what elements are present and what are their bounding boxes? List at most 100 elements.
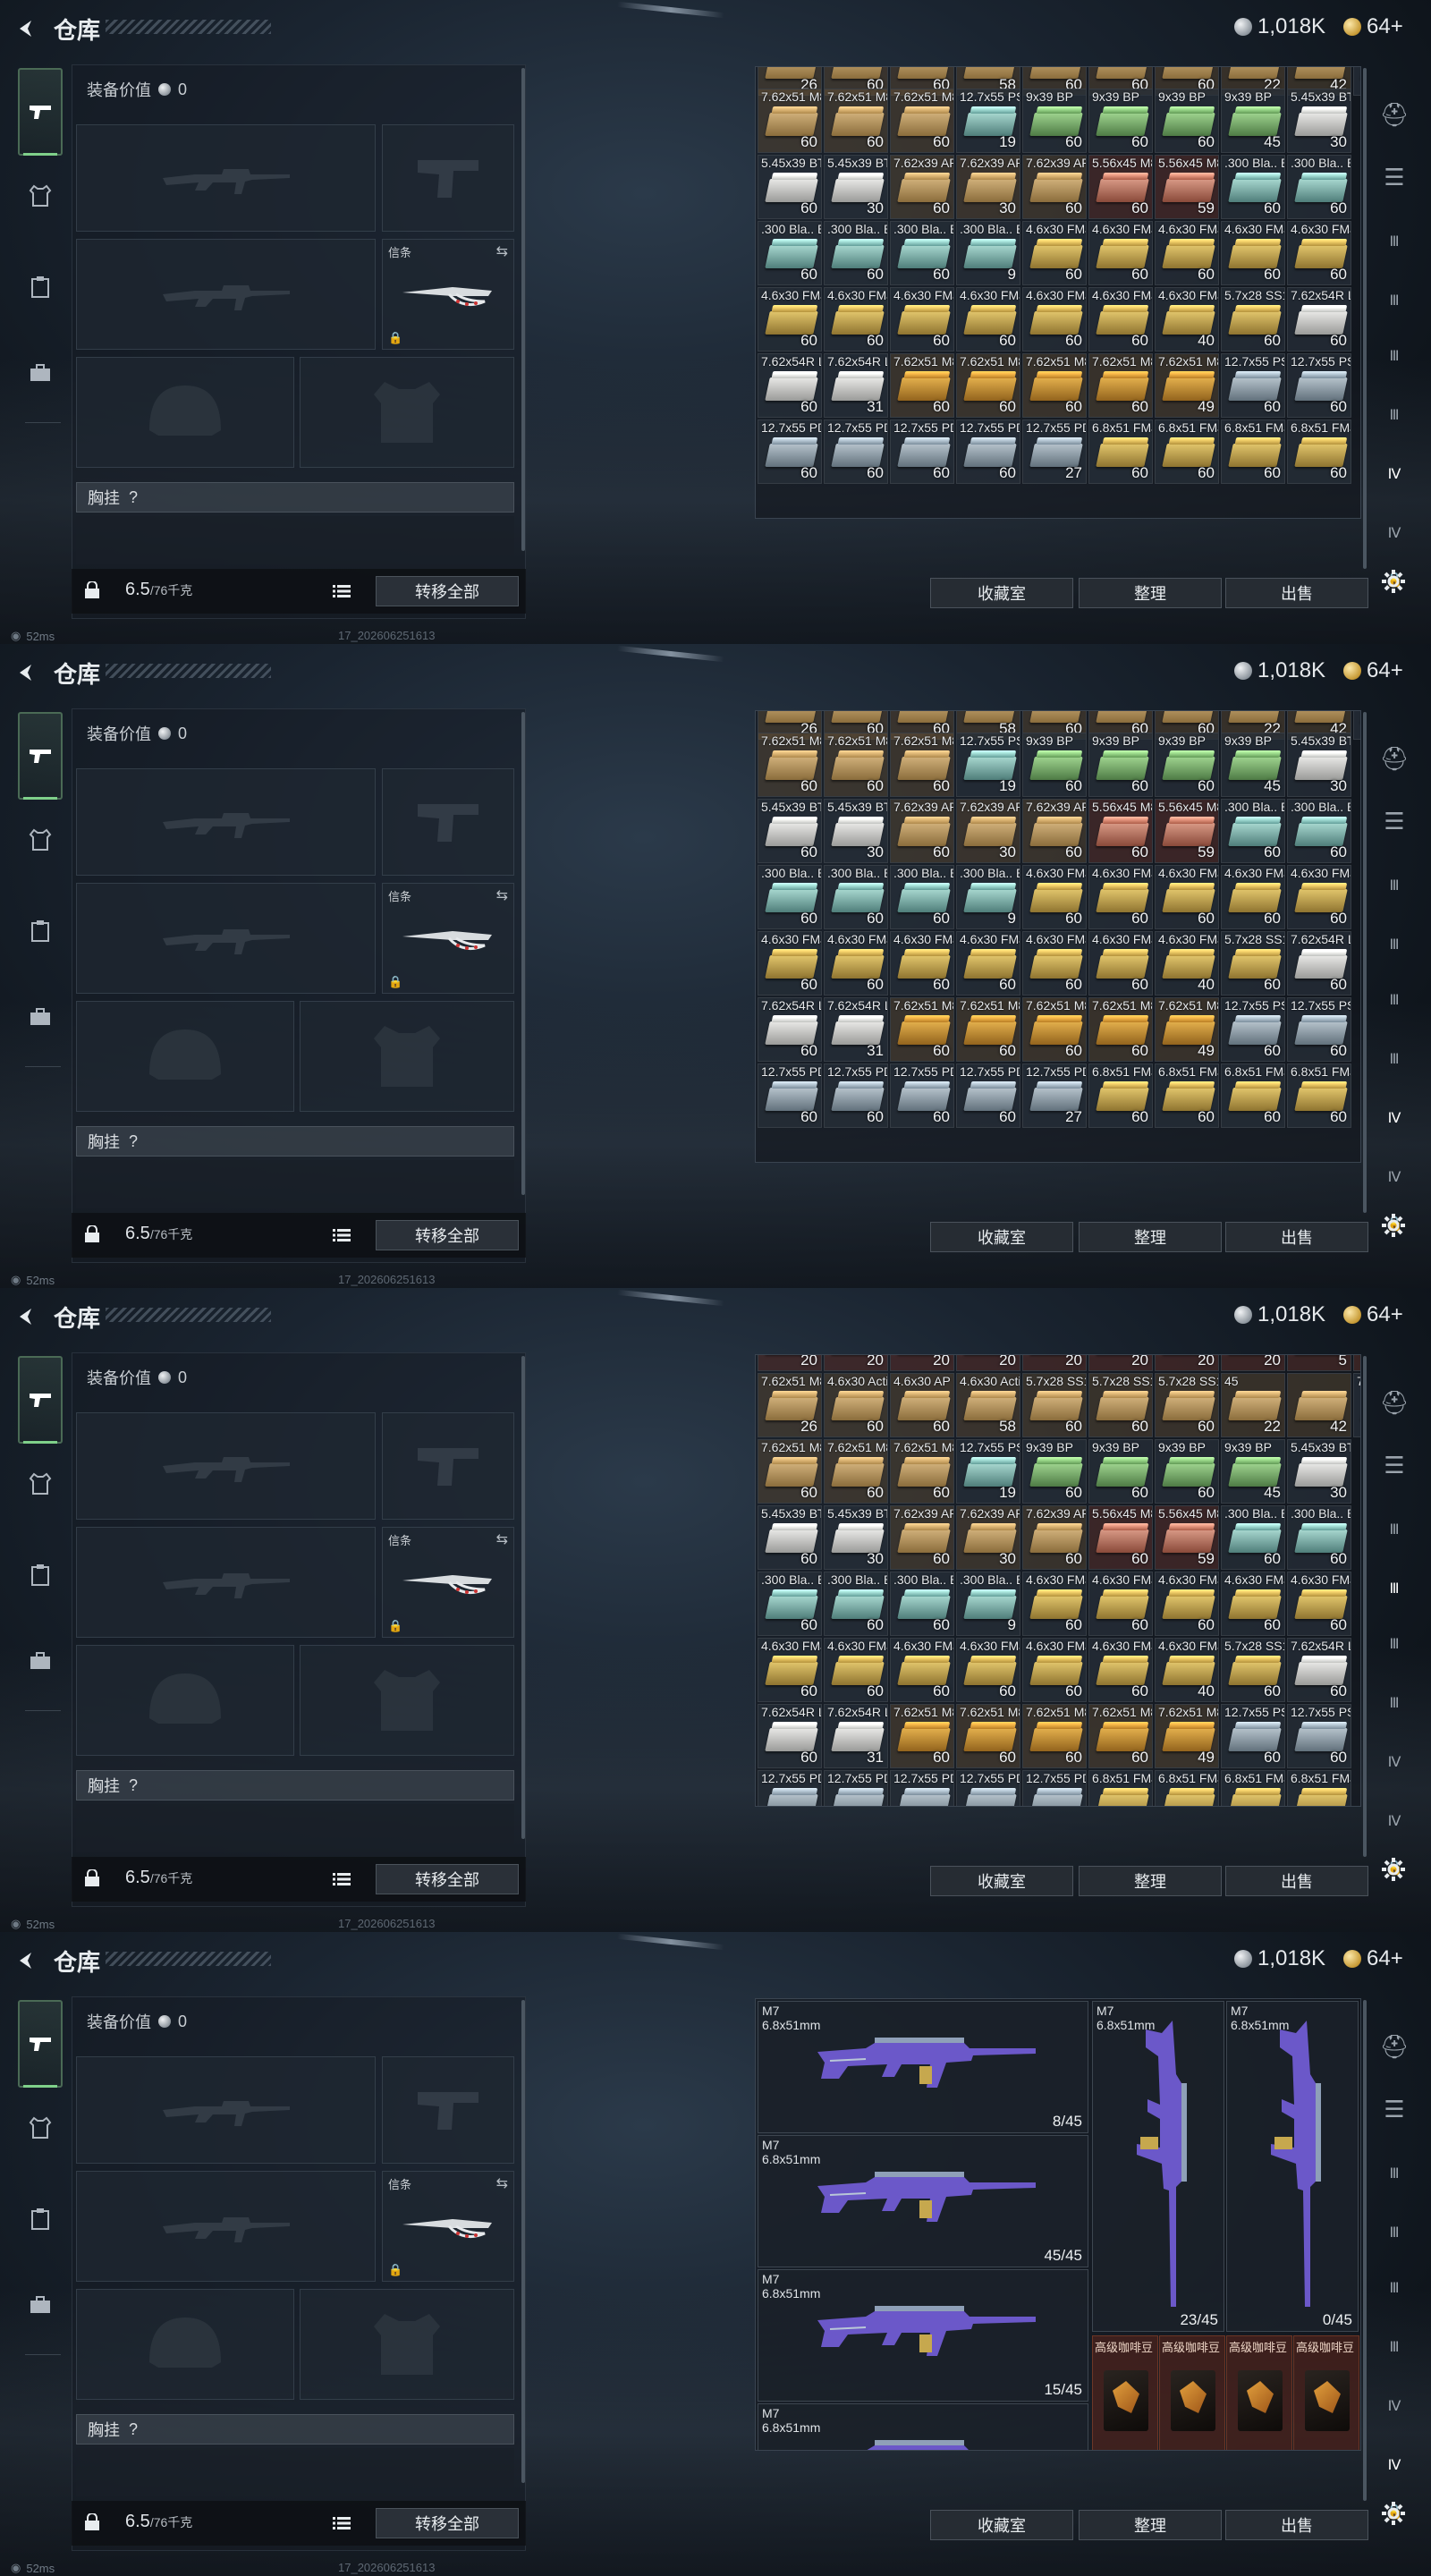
ammo-cell[interactable]: 7.62x39 AP 60 [1022, 155, 1087, 219]
ammo-cell[interactable]: 7.62x51 M80 60 [890, 733, 954, 797]
tier3-icon[interactable]: Ⅲ [1372, 864, 1417, 907]
ammo-cell[interactable]: 9x39 BP 60 [1088, 733, 1153, 797]
back-button[interactable] [13, 1304, 39, 1329]
rifle-item[interactable]: M7 6.8x51mm 23/45 [1092, 2001, 1224, 2332]
ammo-cell[interactable]: 4.6x30 AP SX 60 [890, 1373, 954, 1437]
ammo-cell[interactable]: 12.7x55 PD弹头60 [758, 1770, 822, 1806]
ammo-cell[interactable]: 4.6x30 FMJ SX 60 [1088, 287, 1153, 352]
pistol-slot[interactable] [382, 768, 514, 876]
collection-room-button[interactable]: 收藏室 [930, 1222, 1073, 1252]
ammo-cell[interactable]: 6.8x51 FMJ60 [1221, 1770, 1285, 1806]
coffee-bean-item[interactable]: 高级咖啡豆 [1159, 2335, 1225, 2450]
body-armor-slot[interactable] [300, 1001, 514, 1112]
ammo-cell[interactable]: 4.6x30 FMJ SX 60 [1155, 221, 1219, 285]
sort-button[interactable]: 整理 [1079, 2510, 1222, 2540]
ammo-cell[interactable]: 4.6x30 FMJ SX 60 [1088, 931, 1153, 996]
ammo-cell[interactable]: 20 [890, 1355, 954, 1371]
ammo-cell[interactable]: 5.7x28 SS190 60 [1022, 1373, 1087, 1437]
ammo-cell[interactable]: .300 Bla.. BCP FMJ 60 [890, 865, 954, 929]
ammo-cell[interactable]: 6.8x51 FMJ60 [1287, 419, 1351, 484]
ammo-cell[interactable]: 9x39 BP 60 [1155, 89, 1219, 153]
ammo-cell[interactable]: 5.7x28 SS198 60 [1221, 1638, 1285, 1702]
transfer-all-button[interactable]: 转移全部 [376, 2508, 519, 2538]
ammo-cell[interactable]: 7.62x39 AP 60 [1022, 799, 1087, 863]
ammo-cell[interactable]: 4.6x30 FMJ SX 60 [1022, 865, 1087, 929]
ammo-cell[interactable]: 4.6x30 FMJ SX 60 [824, 1638, 888, 1702]
ammo-cell[interactable]: 4.6x30 FMJ SX 60 [1155, 1572, 1219, 1636]
settings-gear-icon[interactable] [1377, 1209, 1410, 1241]
collection-room-button[interactable]: 收藏室 [930, 1866, 1073, 1896]
ammo-cell[interactable]: 9x39 BP 60 [1022, 733, 1087, 797]
nav-supplies[interactable] [20, 1555, 61, 1596]
tier3c-icon[interactable]: Ⅲ [1372, 2267, 1417, 2309]
ammo-cell[interactable]: 5.56x45 M855 59 [1155, 1505, 1219, 1570]
ammo-cell[interactable]: 9x39 BP 45 [1221, 733, 1285, 797]
nav-armor[interactable] [20, 2107, 61, 2148]
chest-rig-slot[interactable]: 胸挂? [76, 1770, 514, 1801]
ammo-cell[interactable]: 9x39 BP 60 [1022, 89, 1087, 153]
helmet-icon[interactable]: ⛑ [1372, 93, 1417, 136]
ammo-cell[interactable]: .300 Bla.. BCP FMJ 60 [1287, 155, 1351, 219]
ammo-cell[interactable]: 20 [758, 1355, 822, 1371]
ammo-cell[interactable]: 4.6x30 FMJ SX 60 [1088, 221, 1153, 285]
ammo-cell[interactable]: 4.6x30 FMJ SX 60 [1155, 865, 1219, 929]
ammo-cell[interactable]: 4.6x30 FMJ SX 60 [758, 287, 822, 352]
primary-weapon-slot[interactable] [76, 1412, 376, 1520]
ammo-cell[interactable]: 4.6x30 FMJ SX 60 [758, 1638, 822, 1702]
tier3d-icon[interactable]: Ⅲ [1372, 1682, 1417, 1724]
ammo-cell[interactable]: 6.8x51 FMJ60 [1221, 1063, 1285, 1128]
tier3b-icon[interactable]: Ⅲ [1372, 923, 1417, 966]
ammo-cell[interactable]: 9x39 BP 60 [1155, 733, 1219, 797]
ammo-cell[interactable]: .300 Bla.. BCP FMJ 60 [758, 1572, 822, 1636]
ammo-cell[interactable]: 4.6x30 Action SX 58 [956, 1373, 1020, 1437]
ammo-cell[interactable]: 5.45x39 BT 60 [758, 799, 822, 863]
ammo-cell[interactable]: 5.45x39 BT 30 [1287, 733, 1351, 797]
ammo-cell[interactable]: 6.8x51 FMJ60 [1155, 1063, 1219, 1128]
tier4b-icon[interactable]: Ⅳ [1372, 2444, 1417, 2487]
tier3-icon[interactable]: Ⅲ [1372, 1508, 1417, 1551]
ammo-cell[interactable]: 12.7x55 PD弹头60 [956, 1063, 1020, 1128]
ammo-cell[interactable]: .300 Bla.. BCP FMJ 60 [890, 1572, 954, 1636]
ammo-cell[interactable]: 12.7x55 PD弹头60 [956, 419, 1020, 484]
ammo-cell[interactable]: 7.62x51 M80 60 [890, 1704, 954, 1768]
ammo-cell[interactable]: 12.7x55 PD弹头27 [1022, 1770, 1087, 1806]
nav-backpack[interactable] [20, 352, 61, 394]
rifle-item[interactable]: M7 6.8x51mm 0/45 [1226, 2001, 1359, 2332]
pistol-slot[interactable] [382, 2056, 514, 2164]
melee-slot[interactable]: 信条 ⇆ 🔒 [382, 2171, 514, 2282]
ammo-cell[interactable]: 9x39 BP 60 [1088, 89, 1153, 153]
ammo-cell[interactable]: 5.45x39 BT 60 [758, 1505, 822, 1570]
ammo-cell[interactable]: 7.62x51 M80 60 [1088, 353, 1153, 418]
ammo-cell[interactable]: 4.6x30 FMJ SX 60 [1022, 287, 1087, 352]
pistol-slot[interactable] [382, 124, 514, 232]
ammo-cell[interactable]: 7.62x51 M80 60 [956, 1704, 1020, 1768]
ammo-cell[interactable]: 12.7x55 PS12 60 [1221, 1704, 1285, 1768]
ammo-cell[interactable]: 4.6x30 FMJ SX 60 [1287, 221, 1351, 285]
helmet-slot[interactable] [76, 1001, 294, 1112]
ammo-cell[interactable]: 20 [1088, 1355, 1153, 1371]
list-view-button[interactable] [331, 2512, 352, 2534]
nav-backpack[interactable] [20, 2284, 61, 2326]
ammo-cell[interactable]: 7.62x51 M80 60 [890, 89, 954, 153]
ammo-cell[interactable]: 12.7x55 PD弹头27 [1022, 419, 1087, 484]
ammo-cell[interactable]: 5.45x39 BT 60 [758, 155, 822, 219]
ammo-cell[interactable]: 7.62x51 M80 60 [890, 997, 954, 1062]
ammo-cell[interactable]: 6.8x51 FMJ60 [1287, 1770, 1351, 1806]
ammo-cell[interactable]: 20 [1155, 1355, 1219, 1371]
ammo-cell[interactable]: .300 Bla.. BCP FMJ 60 [890, 221, 954, 285]
ammo-cell[interactable]: .300 Bla.. BCP FMJ 9 [956, 865, 1020, 929]
ammo-cell[interactable]: 4.6x30 FMJ SX 60 [890, 287, 954, 352]
chest-rig-slot[interactable]: 胸挂? [76, 2414, 514, 2445]
ammo-cell[interactable]: 12.7x55 PS12 19 [956, 1439, 1020, 1504]
sell-button[interactable]: 出售 [1225, 2510, 1368, 2540]
ammo-cell[interactable]: 7.62x51 M80 60 [890, 1439, 954, 1504]
ammo-cell[interactable]: 7.62x51 M80 60 [1088, 1704, 1153, 1768]
primary-weapon-slot[interactable] [76, 768, 376, 876]
ammo-cell[interactable]: 4.6x30 FMJ SX 60 [1287, 1572, 1351, 1636]
list-view-button[interactable] [331, 580, 352, 602]
help-icon[interactable]: ? [129, 1132, 138, 1151]
collection-room-button[interactable]: 收藏室 [930, 2510, 1073, 2540]
ammo-cell[interactable]: 7.62x51 M80 60 [956, 997, 1020, 1062]
ammo-cell[interactable]: 7.62x51 M80 49 [1155, 353, 1219, 418]
ammo-cell[interactable]: 12.7x55 PS12 60 [1221, 353, 1285, 418]
